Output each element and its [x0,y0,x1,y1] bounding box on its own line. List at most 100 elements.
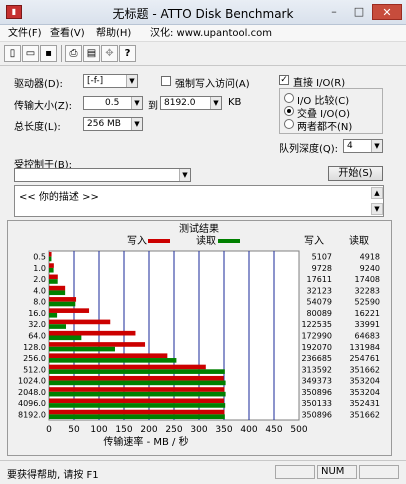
table-value-read: 352431 [349,399,380,408]
y-tick-label: 512.0 [23,365,46,374]
save-icon[interactable]: ▪ [40,45,57,62]
total-length-value: 256 MB [87,119,121,129]
bar-write [49,353,168,359]
chevron-down-icon: ▼ [126,75,137,87]
bar-write [49,364,206,370]
transfer-size-label: 传输大小(Z): [14,101,73,112]
description-textarea[interactable]: << 你的描述 >> ▲ ▼ [14,185,384,217]
x-axis-label: 传输速率 - MB / 秒 [103,435,188,448]
toolbar: ▯ ▭ ▪ ⎙ ▤ ✥ ? [0,42,406,66]
transfer-to-value: 8192.0 [164,98,196,108]
help-icon[interactable]: ? [119,45,136,62]
direct-io-checkbox[interactable]: ✓ [279,75,289,85]
drive-select[interactable]: [-f-] ▼ [83,74,138,88]
menu-view[interactable]: 查看(V) [50,26,85,41]
drive-label: 驱动器(D): [14,79,63,90]
x-tick-label: 0 [46,425,52,435]
chevron-down-icon: ▼ [131,118,142,130]
table-value-write: 236685 [301,354,332,363]
x-tick-label: 150 [115,425,132,435]
overlap-io-radio[interactable] [284,106,294,116]
status-cell-empty-2 [359,465,399,479]
bar-read [49,335,82,341]
y-tick-label: 2048.0 [18,388,46,397]
bar-read [49,279,58,284]
neither-label: 两者都不(N) [297,122,353,133]
table-value-write: 172990 [301,332,332,341]
table-value-write: 5107 [312,253,332,262]
y-tick-label: 1.0 [33,264,46,273]
open-folder-icon[interactable]: ▭ [22,45,39,62]
legend-write-swatch [148,239,170,243]
bar-write [49,342,146,347]
neither-radio[interactable] [284,119,294,129]
start-button[interactable]: 开始(S) [328,166,383,181]
table-value-read: 9240 [360,264,380,273]
print-icon[interactable]: ⎙ [65,45,82,62]
move-icon[interactable]: ✥ [101,45,118,62]
menu-localization[interactable]: 汉化: www.upantool.com [150,26,272,41]
table-value-write: 350896 [301,388,332,397]
bar-read [49,358,177,363]
force-write-checkbox[interactable] [161,76,171,86]
table-value-read: 351662 [349,365,380,374]
y-tick-label: 16.0 [28,309,46,318]
bar-read [49,414,225,419]
table-value-read: 353204 [349,377,380,386]
new-file-icon[interactable]: ▯ [4,45,21,62]
description-text: << 你的描述 >> [19,192,99,203]
x-tick-label: 50 [68,425,80,435]
chart-title: 测试结果 [179,222,219,235]
bar-write [49,252,52,257]
maximize-button[interactable]: □ [347,4,371,20]
total-length-select[interactable]: 256 MB ▼ [83,117,143,131]
table-value-write: 313592 [301,365,332,374]
legend-read-swatch [218,239,240,243]
x-tick-label: 350 [215,425,232,435]
bar-read [49,267,54,273]
table-header-read: 读取 [349,234,369,247]
bar-write [49,387,225,392]
y-tick-label: 8.0 [33,298,46,307]
print-preview-icon[interactable]: ▤ [83,45,100,62]
table-value-write: 192070 [301,343,332,352]
force-write-label: 强制写入访问(A) [175,79,250,90]
table-value-write: 54079 [307,298,332,307]
table-value-read: 4918 [360,253,380,262]
table-value-read: 353204 [349,388,380,397]
menu-file[interactable]: 文件(F) [8,26,42,41]
scroll-up-icon[interactable]: ▲ [371,187,383,199]
close-button[interactable]: ✕ [372,4,402,20]
bar-write [49,409,225,415]
table-value-read: 32283 [355,286,380,295]
table-value-read: 16221 [355,309,380,318]
table-value-write: 9728 [312,264,332,273]
bar-read [49,346,115,352]
table-value-write: 122535 [301,320,332,329]
bar-write [49,263,54,268]
status-num: NUM [317,465,357,479]
controlled-by-select[interactable]: ▼ [14,168,191,182]
io-compare-radio[interactable] [284,93,294,103]
x-tick-label: 250 [165,425,182,435]
x-tick-label: 100 [90,425,107,435]
table-value-write: 350896 [301,410,332,419]
status-bar: 要获得帮助, 请按 F1 NUM [0,460,406,484]
y-tick-label: 64.0 [28,332,46,341]
table-value-read: 52590 [355,298,380,307]
transfer-to-select[interactable]: 8192.0 ▼ [160,96,222,110]
queue-depth-select[interactable]: 4 ▼ [343,139,383,153]
transfer-from-select[interactable]: 0.5 ▼ [83,96,143,110]
minimize-button[interactable]: – [322,4,346,20]
transfer-unit-label: KB [228,97,242,108]
y-tick-label: 32.0 [28,320,46,329]
queue-depth-value: 4 [347,141,353,151]
bar-read [49,369,225,374]
bar-read [49,256,52,262]
legend-read-label: 读取 [196,234,216,247]
y-tick-label: 256.0 [23,354,46,363]
table-value-read: 351662 [349,410,380,419]
scroll-down-icon[interactable]: ▼ [371,203,383,215]
transfer-to-label: 到 [148,101,158,112]
menu-help[interactable]: 帮助(H) [96,26,131,41]
